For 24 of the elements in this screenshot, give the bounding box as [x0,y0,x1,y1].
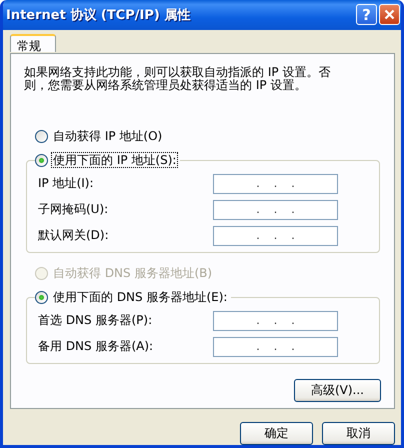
radio-button[interactable] [35,290,48,304]
radio-button[interactable] [35,130,48,143]
field-label: IP 地址(I): [38,175,95,192]
field-label: 首选 DNS 服务器(P): [38,312,154,330]
ip-address-field[interactable]: . . . [213,310,338,331]
ok-button[interactable]: 确定 [240,422,313,445]
field-label: 默认网关(D): [38,227,110,244]
close-icon [384,9,395,20]
close-button[interactable] [379,4,400,26]
window-title: Internet 协议 (TCP/IP) 属性 [6,6,192,24]
ip-address-field[interactable]: . . . [213,226,338,246]
field-label: 子网掩码(U): [38,201,110,218]
help-button[interactable]: ? [356,4,377,26]
radio-label[interactable]: 使用下面的 IP 地址(S): [51,152,178,168]
radio-button[interactable] [35,154,48,167]
advanced-button[interactable]: 高级(V)... [294,378,381,402]
field-label: 备用 DNS 服务器(A): [38,338,154,356]
cancel-button[interactable]: 取消 [322,422,395,445]
radio-label[interactable]: 自动获得 IP 地址(O) [51,128,164,144]
ip-address-field[interactable]: . . . [213,336,338,357]
description-text: 如果网络支持此功能，则可以获取自动指派的 IP 设置。否则，您需要从网络系统管理员处获得适当的 IP 设置。 [24,66,332,92]
ip-address-field[interactable]: . . . [213,200,338,220]
tab[interactable]: 常规 [10,34,56,52]
ip-address-field[interactable]: . . . [213,174,338,194]
